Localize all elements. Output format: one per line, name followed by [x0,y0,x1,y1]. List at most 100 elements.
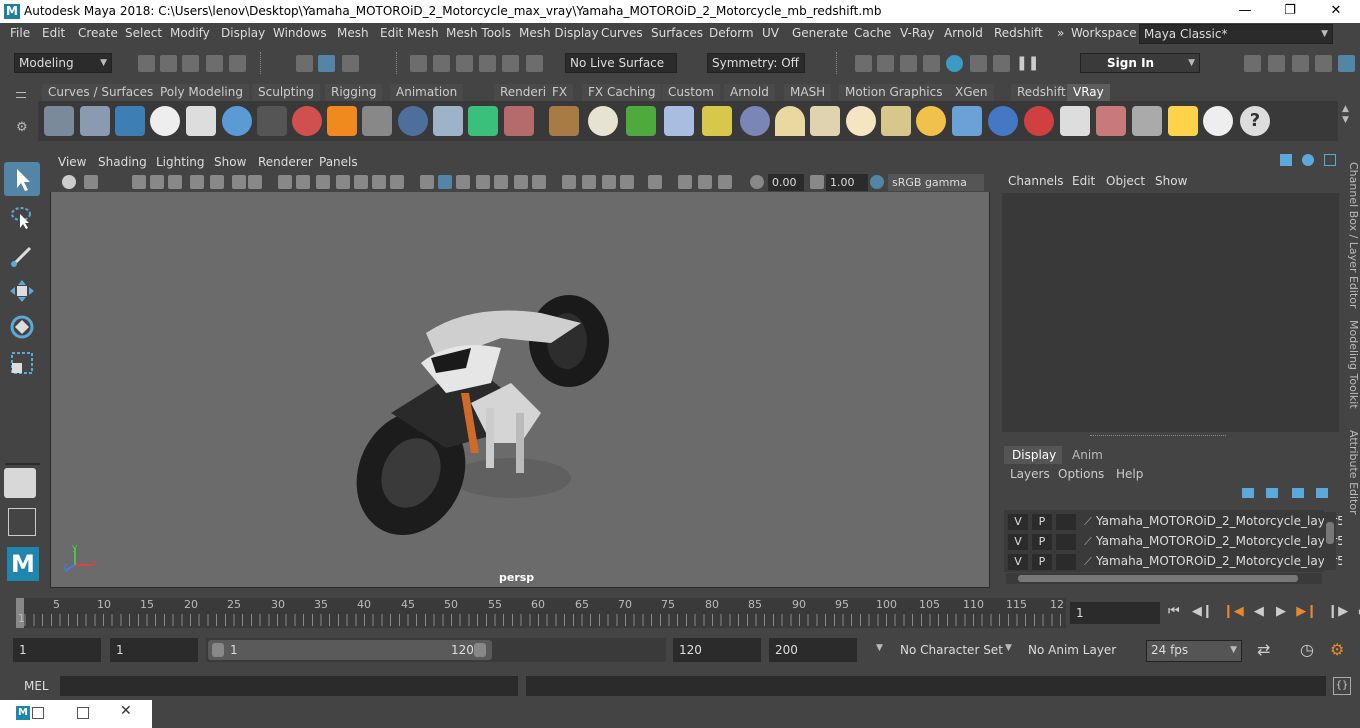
gate-mask-icon[interactable] [336,175,350,189]
range-start-handle[interactable] [212,643,224,657]
motorcycle-model[interactable] [351,293,671,553]
animation-start-field[interactable]: 1 [13,638,101,662]
undo-icon[interactable] [206,55,223,72]
four-view-icon[interactable] [8,508,36,536]
play-backwards-icon[interactable]: ◀ [1254,604,1264,619]
layer-horizontal-scrollbar[interactable] [1006,573,1322,584]
edit-camera-icon[interactable] [248,175,262,189]
smooth-shade-icon[interactable] [438,175,452,189]
vray-sphere-light-icon[interactable] [398,106,428,136]
vray-logo-icon[interactable] [150,106,180,136]
select-tool-icon[interactable] [4,162,40,196]
camera-attributes-icon[interactable] [132,175,146,189]
ipr-render-icon[interactable] [900,55,917,72]
select-by-object-icon[interactable] [318,55,335,72]
ambient-occlusion-icon[interactable] [532,175,546,189]
auto-key-icon[interactable]: ◷ [1300,640,1314,659]
shelf-tab-poly-modeling[interactable]: Poly Modeling [154,84,249,101]
layer-playback-toggle[interactable]: P [1032,534,1052,550]
attribute-toggle-icon[interactable] [1302,154,1314,166]
menu-display[interactable]: Display [221,26,265,40]
character-set-dropdown[interactable]: No Character Set [900,643,1003,657]
select-by-hierarchy-icon[interactable] [296,55,313,72]
gamma-field[interactable]: 1.00 [826,174,868,191]
exposure-field[interactable]: 0.00 [768,174,804,191]
viewport-menu-renderer[interactable]: Renderer [258,155,313,169]
shadows-icon[interactable] [514,175,528,189]
render-frame-icon[interactable] [877,55,894,72]
vray-fire-icon[interactable] [327,106,357,136]
render-settings-icon[interactable] [855,55,872,72]
channel-menu-channels[interactable]: Channels [1008,174,1064,188]
snap-grid-icon[interactable] [410,55,427,72]
layer-playback-toggle[interactable]: P [1032,514,1052,530]
step-back-frame-icon[interactable]: ◀❙ [1192,604,1213,619]
scroll-thumb[interactable] [1326,522,1334,544]
chevron-down-icon[interactable]: ▼ [1005,643,1012,653]
menu-windows[interactable]: Windows [273,26,327,40]
layer-playback-toggle[interactable]: P [1032,554,1052,570]
animation-prefs-icon[interactable]: ⚙ [1330,640,1344,659]
isolate-select-icon[interactable] [602,175,616,189]
use-all-lights-icon[interactable] [494,175,508,189]
vray-cone-icon[interactable] [433,106,463,136]
wireframe-icon[interactable] [420,175,434,189]
layer-color-icon[interactable]: ⟋ [1078,554,1098,570]
layer-color-icon[interactable]: ⟋ [1078,534,1098,550]
vray-lightbulb-icon[interactable] [1168,106,1198,136]
vray-render-elements-icon[interactable] [80,106,110,136]
vray-settings-icon[interactable] [44,106,74,136]
resolution-gate-icon[interactable] [316,175,330,189]
shelf-tab-sculpting[interactable]: Sculpting [252,84,321,101]
panel-splitter[interactable] [1090,435,1226,437]
side-tab-channel-box[interactable]: Channel Box / Layer Editor [1342,160,1360,310]
2d-pan-zoom-icon[interactable] [210,175,224,189]
pause-icon[interactable]: ❚❚ [1016,55,1039,72]
range-end-handle[interactable] [474,643,486,657]
layer-row[interactable]: V P ⟋ Yamaha_MOTOROiD_2_Motorcycle_layer… [1008,552,1352,571]
layer-tab-anim[interactable]: Anim [1066,446,1103,464]
channel-box-icon[interactable] [1338,55,1355,72]
layer-visibility-toggle[interactable]: V [1008,534,1028,550]
menu-mesh-tools[interactable]: Mesh Tools [446,26,511,40]
open-scene-icon[interactable] [160,55,177,72]
channel-box-area[interactable] [1002,193,1339,432]
shelf-menu-icon[interactable] [16,92,26,98]
viewport-menu-view[interactable]: View [58,155,86,169]
menu-generate[interactable]: Generate [792,26,848,40]
layer-type-toggle[interactable] [1056,554,1076,570]
mel-label[interactable]: MEL [24,679,49,693]
new-scene-icon[interactable] [138,55,155,72]
grid-icon[interactable] [278,175,292,189]
playback-start-field[interactable]: 1 [110,638,198,662]
mode-dropdown[interactable]: Modeling ▼ [14,53,112,73]
snap-view-plane-icon[interactable] [479,55,496,72]
scale-tool-icon[interactable] [4,346,40,380]
shelf-tab-mash[interactable]: MASH [784,84,832,101]
flat-shade-icon[interactable] [456,175,470,189]
perspective-viewport[interactable]: x y z persp [50,152,990,588]
bookmark-icon[interactable] [150,175,164,189]
layer-menu-help[interactable]: Help [1116,467,1143,481]
new-layer-selected-icon[interactable] [1316,488,1328,498]
xray-icon[interactable] [562,175,576,189]
layer-name[interactable]: Yamaha_MOTOROiD_2_Motorcycle_layer52 [1096,514,1352,528]
select-camera-icon[interactable] [62,175,76,189]
layer-visibility-toggle[interactable]: V [1008,554,1028,570]
timeline-ruler[interactable]: 1 5 10 15 20 25 30 35 40 45 50 55 60 65 … [16,598,1066,628]
single-view-icon[interactable] [4,468,36,498]
lasso-tool-icon[interactable] [4,200,40,234]
vray-texture-icon[interactable] [549,106,579,136]
shelf-tab-fx-caching[interactable]: FX Caching [582,84,662,101]
shelf-tab-curves-surfaces[interactable]: Curves / Surfaces [42,84,160,101]
sign-in-button[interactable]: Sign In ▼ [1080,53,1200,73]
vray-ies-light-icon[interactable] [881,106,911,136]
tool-settings-icon[interactable] [1292,55,1309,72]
image-plane-icon[interactable] [168,175,182,189]
shelf-tab-redshift[interactable]: Redshift [1011,84,1072,101]
vray-checker-icon[interactable] [1060,106,1090,136]
step-back-key-icon[interactable]: ❙◀ [1223,604,1244,619]
menu-surfaces[interactable]: Surfaces [651,26,703,40]
menu-edit-mesh[interactable]: Edit Mesh [380,26,439,40]
close-button[interactable]: ✕ [1313,0,1359,23]
